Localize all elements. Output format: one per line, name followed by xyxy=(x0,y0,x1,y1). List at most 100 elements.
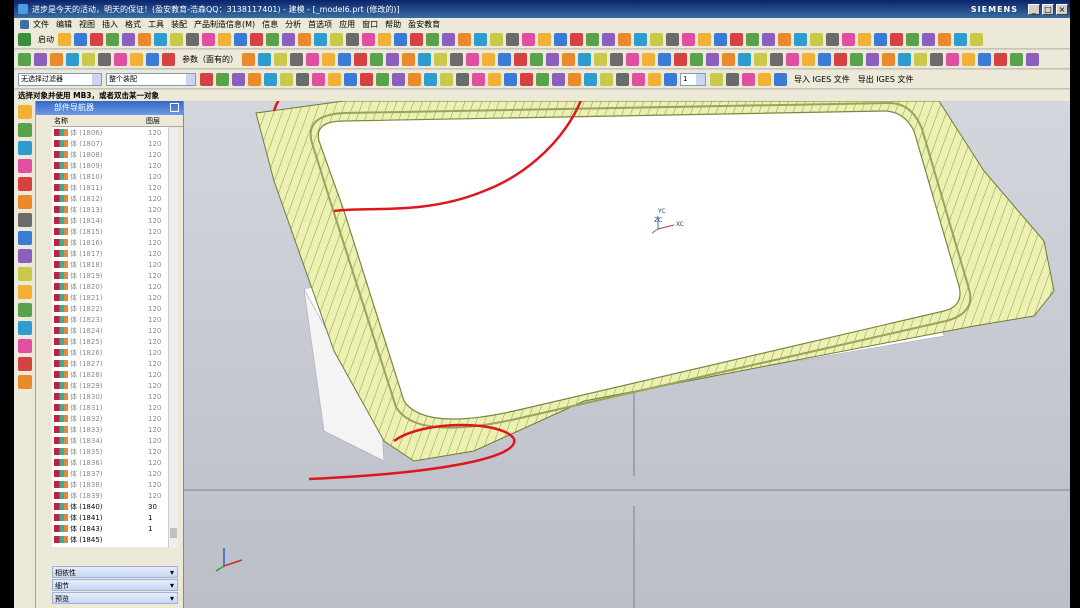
menu-item[interactable]: 信息 xyxy=(262,19,278,30)
toolbar-tool-icon[interactable] xyxy=(312,72,325,86)
toolbar-tool-icon[interactable] xyxy=(618,32,631,46)
toolbar-tool-icon[interactable] xyxy=(408,72,421,86)
toolbar-tool-icon[interactable] xyxy=(866,52,879,66)
toolbar-tool-icon[interactable] xyxy=(514,52,527,66)
toolbar-tool-icon[interactable] xyxy=(490,32,503,46)
toolbar-tool-icon[interactable] xyxy=(778,32,791,46)
toolbar-tool-icon[interactable] xyxy=(50,52,63,66)
toolbar-tool-icon[interactable] xyxy=(488,72,501,86)
toolbar-tool-icon[interactable] xyxy=(202,32,215,46)
navigator-row[interactable]: 体 (1824) 120 xyxy=(52,325,168,336)
toolbar-tool-icon[interactable] xyxy=(666,32,679,46)
toolbar-tool-icon[interactable] xyxy=(506,32,519,46)
close-button[interactable]: × xyxy=(1056,3,1068,15)
toolbar-tool-icon[interactable] xyxy=(458,32,471,46)
menu-item[interactable]: 视图 xyxy=(79,19,95,30)
minimize-button[interactable]: _ xyxy=(1028,3,1040,15)
navigator-row[interactable]: 体 (1820) 120 xyxy=(52,281,168,292)
toolbar-tool-icon[interactable] xyxy=(742,72,755,86)
toolbar-tool-icon[interactable] xyxy=(162,52,175,66)
resource-tab-icon[interactable] xyxy=(18,375,32,389)
resource-tab-icon[interactable] xyxy=(18,357,32,371)
navigator-row[interactable]: 体 (1834) 120 xyxy=(52,435,168,446)
toolbar-tool-icon[interactable] xyxy=(714,32,727,46)
navigator-row[interactable]: 体 (1826) 120 xyxy=(52,347,168,358)
toolbar-tool-icon[interactable] xyxy=(650,32,663,46)
toolbar-tool-icon[interactable] xyxy=(216,72,229,86)
toolbar-tool-icon[interactable] xyxy=(200,72,213,86)
toolbar-tool-icon[interactable] xyxy=(754,52,767,66)
resource-tab-icon[interactable] xyxy=(18,303,32,317)
toolbar-tool-icon[interactable] xyxy=(586,32,599,46)
navigator-row[interactable]: 体 (1809) 120 xyxy=(52,160,168,171)
toolbar-tool-icon[interactable] xyxy=(114,52,127,66)
navigator-row[interactable]: 体 (1814) 120 xyxy=(52,215,168,226)
toolbar-tool-icon[interactable] xyxy=(706,52,719,66)
toolbar-tool-icon[interactable] xyxy=(472,72,485,86)
toolbar-tool-icon[interactable] xyxy=(248,72,261,86)
toolbar-tool-icon[interactable] xyxy=(594,52,607,66)
toolbar-tool-icon[interactable] xyxy=(138,32,151,46)
navigator-row[interactable]: 体 (1837) 120 xyxy=(52,468,168,479)
resource-tab-icon[interactable] xyxy=(18,195,32,209)
navigator-row[interactable]: 体 (1817) 120 xyxy=(52,248,168,259)
toolbar-tool-icon[interactable] xyxy=(584,72,597,86)
toolbar-tool-icon[interactable] xyxy=(602,32,615,46)
export-iges-button[interactable]: 导出 IGES 文件 xyxy=(858,74,914,85)
toolbar-tool-icon[interactable] xyxy=(858,32,871,46)
toolbar-tool-icon[interactable] xyxy=(722,52,735,66)
toolbar-tool-icon[interactable] xyxy=(154,32,167,46)
assembly-filter-select[interactable]: 整个装配 xyxy=(106,72,196,86)
toolbar-tool-icon[interactable] xyxy=(762,32,775,46)
toolbar-tool-icon[interactable] xyxy=(392,72,405,86)
toolbar-tool-icon[interactable] xyxy=(568,72,581,86)
navigator-row[interactable]: 体 (1822) 120 xyxy=(52,303,168,314)
toolbar-tool-icon[interactable] xyxy=(1010,52,1023,66)
toolbar-tool-icon[interactable] xyxy=(938,32,951,46)
navigator-row[interactable]: 体 (1828) 120 xyxy=(52,369,168,380)
toolbar-tool-icon[interactable] xyxy=(642,52,655,66)
toolbar-tool-icon[interactable] xyxy=(786,52,799,66)
toolbar-tool-icon[interactable] xyxy=(520,72,533,86)
navigator-row[interactable]: 体 (1835) 120 xyxy=(52,446,168,457)
toolbar-tool-icon[interactable] xyxy=(440,72,453,86)
toolbar-tool-icon[interactable] xyxy=(434,52,447,66)
toolbar-tool-icon[interactable] xyxy=(424,72,437,86)
toolbar-tool-icon[interactable] xyxy=(274,52,287,66)
toolbar-tool-icon[interactable] xyxy=(418,52,431,66)
toolbar-tool-icon[interactable] xyxy=(426,32,439,46)
toolbar-tool-icon[interactable] xyxy=(456,72,469,86)
toolbar-tool-icon[interactable] xyxy=(890,32,903,46)
toolbar-tool-icon[interactable] xyxy=(106,32,119,46)
navigator-row[interactable]: 体 (1811) 120 xyxy=(52,182,168,193)
resource-tab-icon[interactable] xyxy=(18,141,32,155)
toolbar-tool-icon[interactable] xyxy=(258,52,271,66)
toolbar-tool-icon[interactable] xyxy=(280,72,293,86)
toolbar-tool-icon[interactable] xyxy=(338,52,351,66)
toolbar-tool-icon[interactable] xyxy=(370,52,383,66)
navigator-row[interactable]: 体 (1827) 120 xyxy=(52,358,168,369)
toolbar-tool-icon[interactable] xyxy=(874,32,887,46)
navigator-row[interactable]: 体 (1841) 1 xyxy=(52,512,168,523)
toolbar-tool-icon[interactable] xyxy=(234,32,247,46)
toolbar-tool-icon[interactable] xyxy=(146,52,159,66)
toolbar-tool-icon[interactable] xyxy=(376,72,389,86)
toolbar-tool-icon[interactable] xyxy=(450,52,463,66)
toolbar-tool-icon[interactable] xyxy=(250,32,263,46)
toolbar-tool-icon[interactable] xyxy=(74,32,87,46)
toolbar-tool-icon[interactable] xyxy=(610,52,623,66)
type-filter-select[interactable]: 无选择过滤器 xyxy=(18,72,102,86)
navigator-row[interactable]: 体 (1840) 30 xyxy=(52,501,168,512)
toolbar-tool-icon[interactable] xyxy=(344,72,357,86)
toolbar-tool-icon[interactable] xyxy=(818,52,831,66)
toolbar-tool-icon[interactable] xyxy=(774,72,787,86)
menu-item[interactable]: 窗口 xyxy=(362,19,378,30)
navigator-row[interactable]: 体 (1812) 120 xyxy=(52,193,168,204)
toolbar-tool-icon[interactable] xyxy=(946,52,959,66)
toolbar-tool-icon[interactable] xyxy=(690,52,703,66)
toolbar-tool-icon[interactable] xyxy=(82,52,95,66)
toolbar-tool-icon[interactable] xyxy=(402,52,415,66)
toolbar-tool-icon[interactable] xyxy=(658,52,671,66)
toolbar-tool-icon[interactable] xyxy=(758,72,771,86)
column-name[interactable]: 名称 xyxy=(52,115,146,126)
